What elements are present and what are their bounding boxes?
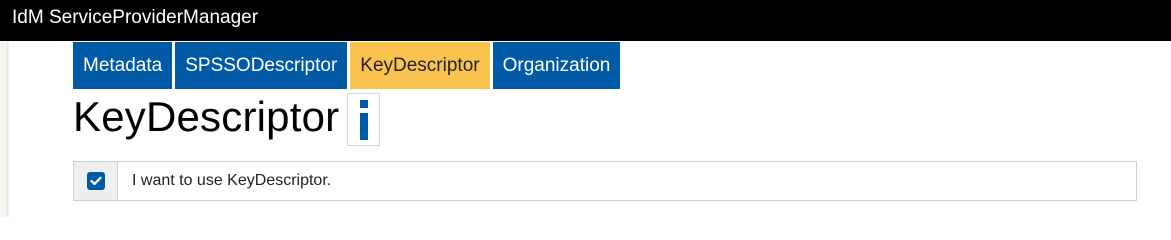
page-title: KeyDescriptor (73, 93, 340, 140)
use-keydescriptor-option: I want to use KeyDescriptor. (73, 161, 1137, 201)
top-bar: IdM ServiceProviderManager (0, 0, 1171, 41)
tab-metadata[interactable]: Metadata (73, 42, 173, 89)
checkbox-label: I want to use KeyDescriptor. (132, 172, 332, 189)
tab-spssodescriptor[interactable]: SPSSODescriptor (175, 42, 348, 89)
heading-row: KeyDescriptor (73, 93, 381, 149)
tab-bar: Metadata SPSSODescriptor KeyDescriptor O… (73, 42, 623, 89)
left-edge-strip (0, 41, 9, 217)
tab-keydescriptor[interactable]: KeyDescriptor (350, 42, 490, 89)
checkmark-icon (89, 176, 102, 186)
app-title: IdM ServiceProviderManager (12, 7, 259, 28)
use-keydescriptor-checkbox[interactable] (86, 172, 105, 190)
checkbox-cell (74, 162, 118, 200)
tab-organization[interactable]: Organization (492, 42, 621, 89)
info-button[interactable] (347, 93, 381, 146)
info-icon (359, 99, 368, 140)
